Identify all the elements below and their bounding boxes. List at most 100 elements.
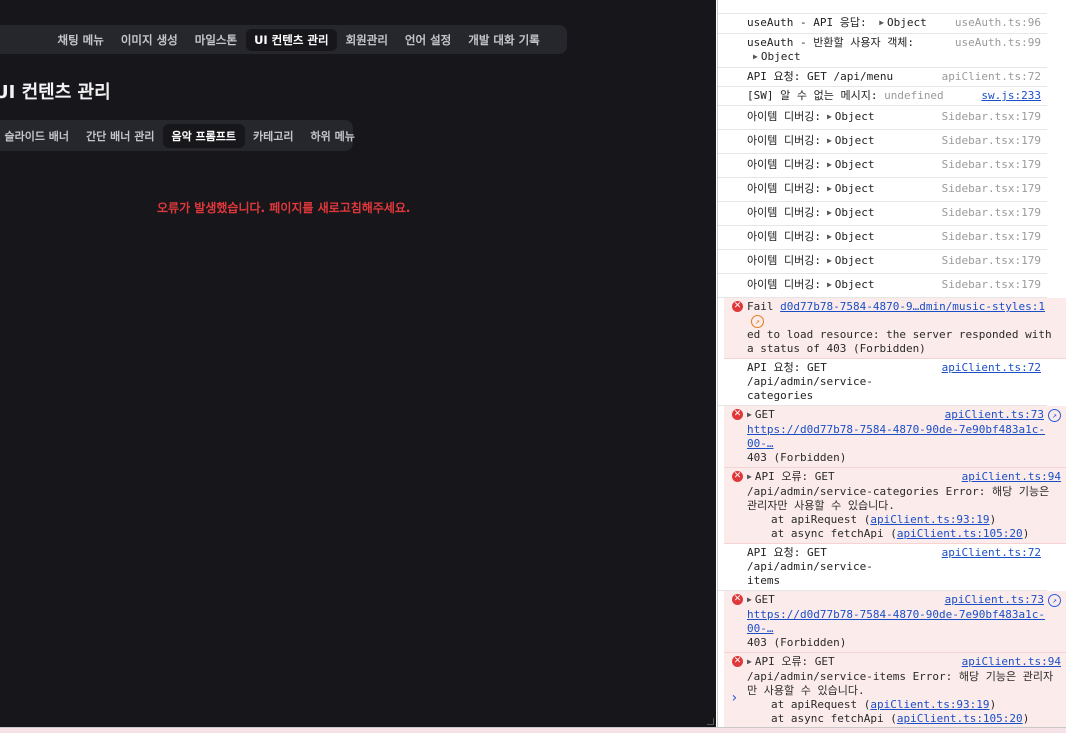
log-object[interactable]: Object bbox=[835, 182, 875, 195]
expand-triangle-icon[interactable]: ▶ bbox=[827, 184, 832, 193]
log-text: API 요청: GET /api/admin/service- bbox=[747, 546, 873, 573]
source-link[interactable]: Sidebar.tsx:179 bbox=[942, 230, 1041, 244]
tab-slide-banner[interactable]: 슬라이드 배너 bbox=[0, 124, 78, 148]
expand-triangle-icon[interactable]: ▶ bbox=[827, 256, 832, 265]
log-object[interactable]: Object bbox=[835, 134, 875, 147]
request-url-link[interactable]: https://d0d77b78-7584-4870-90de-7e90bf48… bbox=[747, 608, 1045, 635]
expand-triangle-icon[interactable]: ▶ bbox=[747, 595, 752, 604]
stack-link[interactable]: apiClient.ts:93:19 bbox=[870, 698, 989, 711]
content-tabs: 슬라이드 배너 간단 배너 관리 음악 프롬프트 카테고리 하위 메뉴 bbox=[0, 120, 355, 151]
log-object[interactable]: Object bbox=[835, 158, 875, 171]
expand-triangle-icon[interactable]: ▶ bbox=[827, 112, 832, 121]
console-log: apiClient.ts:72 API 요청: GET /api/admin/s… bbox=[718, 359, 1047, 406]
error-text: ed to load resource: the server responde… bbox=[747, 328, 1052, 355]
log-text: categories bbox=[747, 389, 814, 402]
source-link[interactable]: apiClient.ts:73 bbox=[945, 408, 1044, 421]
expand-triangle-icon[interactable]: ▶ bbox=[827, 280, 832, 289]
log-value: undefined bbox=[884, 89, 944, 102]
log-object[interactable]: Object bbox=[761, 50, 801, 63]
log-object[interactable]: Object bbox=[835, 230, 875, 243]
expand-triangle-icon[interactable]: ▶ bbox=[747, 657, 752, 666]
console-log: useAuth.ts:96 useAuth - API 응답: ▶ Object bbox=[718, 14, 1047, 34]
tab-submenu[interactable]: 하위 메뉴 bbox=[302, 124, 363, 148]
console-log: apiClient.ts:72 API 요청: GET /api/menu bbox=[718, 68, 1047, 87]
log-text: API 요청: GET /api/menu bbox=[747, 70, 894, 83]
app-viewport: 채팅 메뉴 이미지 생성 마일스톤 UI 컨텐츠 관리 회원관리 언어 설정 개… bbox=[0, 0, 716, 727]
console-log-debug: Sidebar.tsx:179 아이템 디버깅: ▶ Object bbox=[718, 274, 1047, 298]
source-link[interactable]: Sidebar.tsx:179 bbox=[942, 158, 1041, 172]
error-icon: ✕ bbox=[732, 471, 743, 482]
source-link[interactable]: useAuth.ts:96 bbox=[955, 16, 1041, 30]
log-object[interactable]: Object bbox=[887, 16, 927, 29]
stack-link[interactable]: apiClient.ts:93:19 bbox=[870, 513, 989, 526]
error-text: 관리자만 사용할 수 있습니다. bbox=[747, 499, 895, 512]
source-link[interactable]: apiClient.ts:72 bbox=[942, 70, 1041, 84]
console-error: ✕ apiClient.ts:73 ↗ ▶ GET https://d0d77b78… bbox=[724, 591, 1066, 653]
source-link[interactable]: sw.js:233 bbox=[981, 89, 1041, 103]
nav-item-language[interactable]: 언어 설정 bbox=[396, 29, 459, 51]
source-link[interactable]: apiClient.ts:72 bbox=[942, 546, 1041, 560]
source-link[interactable]: Sidebar.tsx:179 bbox=[942, 278, 1041, 292]
expand-triangle-icon[interactable]: ▶ bbox=[827, 232, 832, 241]
tab-simple-banner[interactable]: 간단 배너 관리 bbox=[78, 124, 163, 148]
source-link[interactable]: apiClient.ts:94 bbox=[962, 470, 1061, 484]
network-icon[interactable]: ↗ bbox=[1048, 593, 1061, 607]
error-text: /api/admin/service-categories Error: 해당 … bbox=[747, 485, 1050, 498]
nav-item-ui-content[interactable]: UI 컨텐츠 관리 bbox=[245, 28, 338, 51]
nav-item-members[interactable]: 회원관리 bbox=[337, 29, 396, 51]
error-icon: ✕ bbox=[732, 301, 743, 312]
network-icon[interactable]: ↗ bbox=[1048, 408, 1061, 422]
page-title: UI 컨텐츠 관리 bbox=[0, 82, 111, 103]
nav-item-milestone[interactable]: 마일스톤 bbox=[186, 29, 245, 51]
request-url-link[interactable]: https://d0d77b78-7584-4870-90de-7e90bf48… bbox=[747, 423, 1045, 450]
source-link[interactable]: Sidebar.tsx:179 bbox=[942, 110, 1041, 124]
log-object[interactable]: Object bbox=[835, 278, 875, 291]
resize-grip-icon[interactable] bbox=[707, 718, 714, 725]
source-link[interactable]: useAuth.ts:99 bbox=[955, 36, 1041, 50]
console-error: ✕ apiClient.ts:94 ▶ API 오류: GET /api/admi… bbox=[724, 468, 1066, 544]
source-link[interactable]: apiClient.ts:73 bbox=[945, 593, 1044, 606]
log-object[interactable]: Object bbox=[835, 206, 875, 219]
source-link[interactable]: Sidebar.tsx:179 bbox=[942, 254, 1041, 268]
error-text: Fail bbox=[747, 300, 774, 313]
expand-triangle-icon[interactable]: ▶ bbox=[879, 18, 884, 27]
expand-triangle-icon[interactable]: ▶ bbox=[827, 160, 832, 169]
bottom-strip bbox=[0, 727, 1066, 733]
nav-item-image-generation[interactable]: 이미지 생성 bbox=[112, 29, 186, 51]
log-object[interactable]: Object bbox=[835, 110, 875, 123]
error-text: 만 사용할 수 있습니다. bbox=[747, 684, 865, 697]
expand-triangle-icon[interactable]: ▶ bbox=[747, 410, 752, 419]
log-text: 아이템 디버깅: bbox=[747, 110, 821, 123]
console-prompt-chevron-icon[interactable]: › bbox=[730, 690, 738, 706]
log-text: 아이템 디버깅: bbox=[747, 182, 821, 195]
nav-item-dev-chat-log[interactable]: 개발 대화 기록 bbox=[460, 29, 549, 51]
log-text: 아이템 디버깅: bbox=[747, 278, 821, 291]
source-link[interactable]: Sidebar.tsx:179 bbox=[942, 134, 1041, 148]
expand-triangle-icon[interactable]: ▶ bbox=[753, 52, 758, 61]
error-text: /api/admin/service-items Error: 해당 기능은 관… bbox=[747, 670, 1054, 683]
resource-link[interactable]: d0d77b78-7584-4870-9…dmin/music-styles:1 bbox=[780, 300, 1045, 313]
tab-music-prompt[interactable]: 음악 프롬프트 bbox=[162, 123, 245, 148]
log-object[interactable]: Object bbox=[835, 254, 875, 267]
source-link-group: apiClient.ts:73 ↗ bbox=[945, 408, 1061, 422]
console-log: apiClient.ts:72 API 요청: GET /api/admin/s… bbox=[718, 544, 1047, 591]
network-icon[interactable]: ↗ bbox=[751, 314, 764, 328]
tab-category[interactable]: 카테고리 bbox=[245, 124, 302, 148]
expand-triangle-icon[interactable]: ▶ bbox=[827, 208, 832, 217]
expand-triangle-icon[interactable]: ▶ bbox=[827, 136, 832, 145]
source-link[interactable]: apiClient.ts:94 bbox=[962, 655, 1061, 669]
console-error: ✕ apiClient.ts:94 ▶ API 오류: GET /api/admi… bbox=[724, 653, 1066, 727]
stack-link[interactable]: apiClient.ts:105:20 bbox=[897, 712, 1023, 725]
error-text: 403 (Forbidden) bbox=[747, 451, 847, 464]
console-log: useAuth.ts:99 useAuth - 반환할 사용자 객체: ▶ Obj… bbox=[718, 34, 1047, 68]
log-text: 아이템 디버깅: bbox=[747, 206, 821, 219]
source-link[interactable]: apiClient.ts:72 bbox=[942, 361, 1041, 375]
stack-link[interactable]: apiClient.ts:105:20 bbox=[897, 527, 1023, 540]
expand-triangle-icon[interactable]: ▶ bbox=[747, 472, 752, 481]
console-row-truncated bbox=[718, 0, 1047, 14]
error-text: GET bbox=[754, 408, 775, 421]
log-text: 아이템 디버깅: bbox=[747, 230, 821, 243]
source-link[interactable]: Sidebar.tsx:179 bbox=[942, 182, 1041, 196]
nav-item-chat-menu[interactable]: 채팅 메뉴 bbox=[49, 29, 112, 51]
source-link[interactable]: Sidebar.tsx:179 bbox=[942, 206, 1041, 220]
